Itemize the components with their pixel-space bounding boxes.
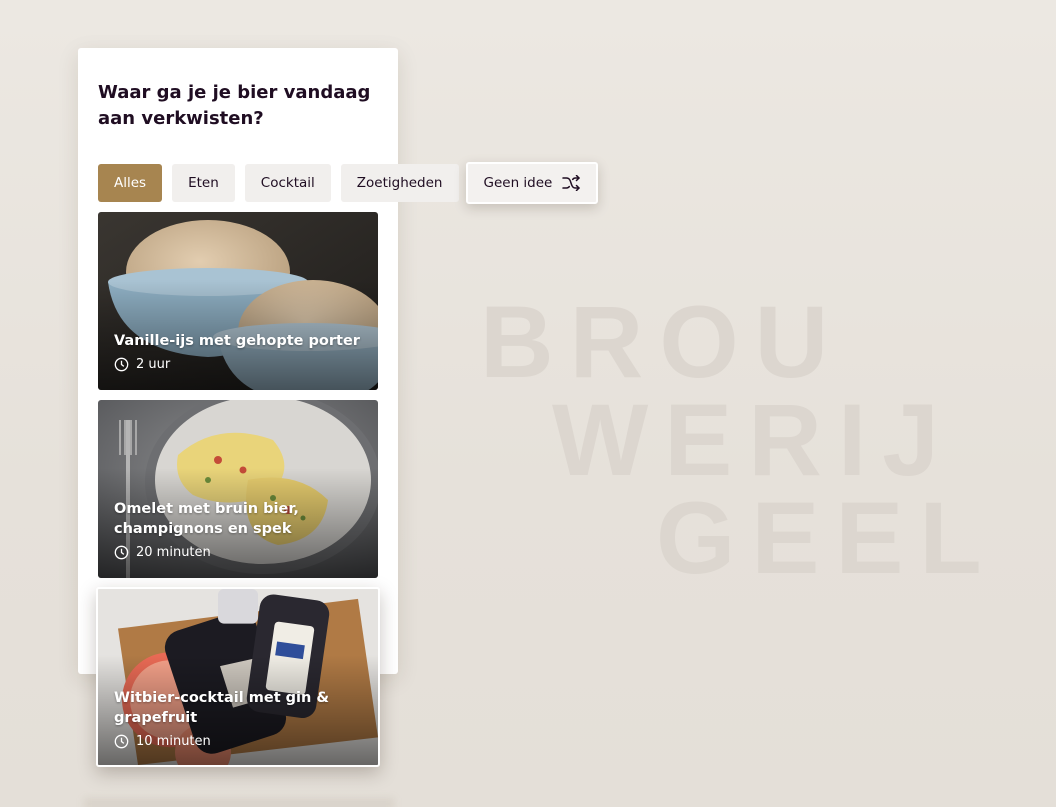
- panel-bottom-shadow: [84, 798, 394, 807]
- watermark-line-brou: BROU: [480, 285, 845, 399]
- recipe-duration-text: 20 minuten: [136, 545, 211, 560]
- recipe-duration: 2 uur: [114, 357, 170, 372]
- filter-chip-eten[interactable]: Eten: [172, 164, 235, 202]
- recipe-title: Omelet met bruin bier, champignons en sp…: [114, 501, 299, 537]
- filter-chip-cocktail[interactable]: Cocktail: [244, 164, 331, 202]
- recipe-duration-text: 10 minuten: [136, 734, 211, 749]
- filter-chip-zoetigheden[interactable]: Zoetigheden: [340, 164, 459, 202]
- watermark-line-werij: WERIJ: [552, 383, 956, 497]
- clock-icon: [114, 545, 129, 560]
- recipe-card-omelet[interactable]: Omelet met bruin bier, champignons en sp…: [98, 400, 378, 578]
- recipe-title: Vanille-ijs met gehopte porter: [114, 333, 360, 349]
- random-recipe-button[interactable]: Geen idee: [465, 162, 599, 204]
- recipe-duration: 20 minuten: [114, 545, 211, 560]
- filter-bar: Alles Eten Cocktail Zoetigheden Geen ide…: [98, 162, 599, 204]
- recipe-card-vanille-ijs[interactable]: Vanille-ijs met gehopte porter 2 uur: [98, 212, 378, 390]
- recipe-card-witbier-cocktail[interactable]: Witbier-cocktail met gin & grapefruit 10…: [96, 587, 380, 767]
- clock-icon: [114, 734, 129, 749]
- shuffle-icon: [562, 175, 581, 191]
- random-button-label: Geen idee: [483, 175, 553, 191]
- watermark-line-geel: GEEL: [656, 481, 998, 595]
- panel-question-heading: Waar ga je je bier vandaag aan verkwiste…: [98, 82, 371, 129]
- brand-watermark-logo: BROU WERIJ GEEL: [480, 285, 982, 589]
- clock-icon: [114, 357, 129, 372]
- recipe-duration: 10 minuten: [114, 734, 211, 749]
- recipe-title: Witbier-cocktail met gin & grapefruit: [114, 690, 330, 726]
- recipe-duration-text: 2 uur: [136, 357, 171, 372]
- filter-chip-alles[interactable]: Alles: [98, 164, 163, 202]
